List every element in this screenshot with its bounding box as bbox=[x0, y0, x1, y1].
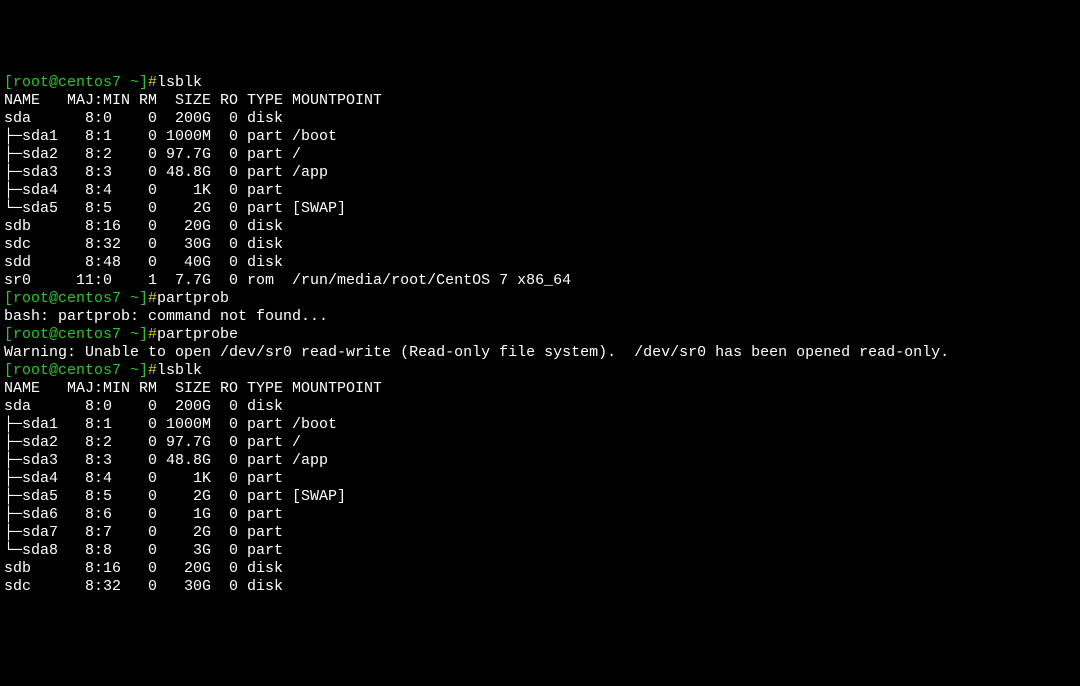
lsblk1-row: sr0 11:0 1 7.7G 0 rom /run/media/root/Ce… bbox=[4, 272, 1076, 290]
prompt-line-4: [root@centos7 ~]#lsblk bbox=[4, 362, 1076, 380]
prompt-line-3: [root@centos7 ~]#partprobe bbox=[4, 326, 1076, 344]
lsblk1-row: └─sda5 8:5 0 2G 0 part [SWAP] bbox=[4, 200, 1076, 218]
command-lsblk-1: lsblk bbox=[157, 74, 202, 91]
lsblk2-row: ├─sda2 8:2 0 97.7G 0 part / bbox=[4, 434, 1076, 452]
lsblk2-row: sda 8:0 0 200G 0 disk bbox=[4, 398, 1076, 416]
prompt-line-2: [root@centos7 ~]#partprob bbox=[4, 290, 1076, 308]
lsblk2-row: sdb 8:16 0 20G 0 disk bbox=[4, 560, 1076, 578]
prompt-user-host: [root@centos7 ~] bbox=[4, 362, 148, 379]
command-partprob: partprob bbox=[157, 290, 229, 307]
lsblk2-row: ├─sda7 8:7 0 2G 0 part bbox=[4, 524, 1076, 542]
lsblk2-row: ├─sda3 8:3 0 48.8G 0 part /app bbox=[4, 452, 1076, 470]
prompt-line-1: [root@centos7 ~]#lsblk bbox=[4, 74, 1076, 92]
lsblk1-row: sdb 8:16 0 20G 0 disk bbox=[4, 218, 1076, 236]
lsblk1-row: sda 8:0 0 200G 0 disk bbox=[4, 110, 1076, 128]
lsblk2-row: ├─sda1 8:1 0 1000M 0 part /boot bbox=[4, 416, 1076, 434]
command-partprobe: partprobe bbox=[157, 326, 238, 343]
prompt-hash: # bbox=[148, 290, 157, 307]
prompt-hash: # bbox=[148, 326, 157, 343]
lsblk1-row: sdd 8:48 0 40G 0 disk bbox=[4, 254, 1076, 272]
lsblk1-header: NAME MAJ:MIN RM SIZE RO TYPE MOUNTPOINT bbox=[4, 92, 1076, 110]
partprobe-warning: Warning: Unable to open /dev/sr0 read-wr… bbox=[4, 344, 1076, 362]
lsblk1-row: ├─sda3 8:3 0 48.8G 0 part /app bbox=[4, 164, 1076, 182]
lsblk1-row: ├─sda2 8:2 0 97.7G 0 part / bbox=[4, 146, 1076, 164]
prompt-user-host: [root@centos7 ~] bbox=[4, 74, 148, 91]
lsblk2-header: NAME MAJ:MIN RM SIZE RO TYPE MOUNTPOINT bbox=[4, 380, 1076, 398]
bash-error: bash: partprob: command not found... bbox=[4, 308, 1076, 326]
lsblk1-row: ├─sda1 8:1 0 1000M 0 part /boot bbox=[4, 128, 1076, 146]
prompt-user-host: [root@centos7 ~] bbox=[4, 326, 148, 343]
lsblk2-row: ├─sda5 8:5 0 2G 0 part [SWAP] bbox=[4, 488, 1076, 506]
prompt-hash: # bbox=[148, 74, 157, 91]
command-lsblk-2: lsblk bbox=[157, 362, 202, 379]
lsblk1-row: ├─sda4 8:4 0 1K 0 part bbox=[4, 182, 1076, 200]
lsblk1-row: sdc 8:32 0 30G 0 disk bbox=[4, 236, 1076, 254]
lsblk2-row: └─sda8 8:8 0 3G 0 part bbox=[4, 542, 1076, 560]
prompt-user-host: [root@centos7 ~] bbox=[4, 290, 148, 307]
lsblk2-row: sdc 8:32 0 30G 0 disk bbox=[4, 578, 1076, 596]
prompt-hash: # bbox=[148, 362, 157, 379]
lsblk2-row: ├─sda6 8:6 0 1G 0 part bbox=[4, 506, 1076, 524]
lsblk2-row: ├─sda4 8:4 0 1K 0 part bbox=[4, 470, 1076, 488]
